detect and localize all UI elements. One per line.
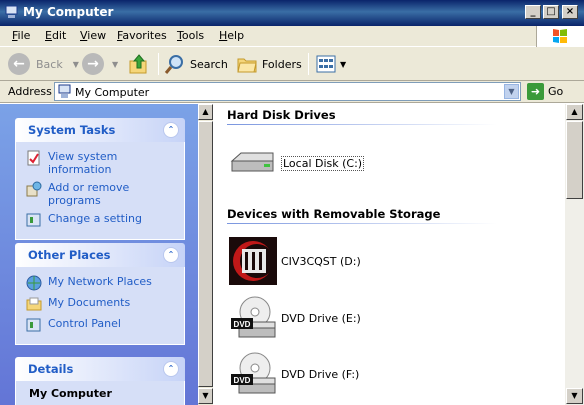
collapse-icon[interactable]: ⌃ xyxy=(163,247,179,263)
toolbar-separator xyxy=(158,53,159,75)
system-info-icon xyxy=(27,150,40,166)
place-my-network-places[interactable]: My Network Places xyxy=(26,275,184,291)
task-pane: System Tasks ⌃ View system information A… xyxy=(0,104,198,405)
task-change-a-setting[interactable]: Change a setting xyxy=(26,212,184,228)
maximize-button[interactable]: □ xyxy=(543,5,559,19)
system-tasks-panel: System Tasks ⌃ View system information A… xyxy=(15,118,185,240)
menu-help[interactable]: Help xyxy=(219,29,244,42)
chevron-down-icon: ▼ xyxy=(112,59,119,69)
back-label: Back xyxy=(36,57,63,71)
group-divider xyxy=(227,124,497,125)
folders-button[interactable]: Folders xyxy=(236,51,302,77)
address-value: My Computer xyxy=(75,86,150,99)
details-panel: Details ⌃ My Computer xyxy=(15,357,185,405)
panel-title: System Tasks xyxy=(28,123,116,137)
add-remove-programs-icon xyxy=(26,181,42,197)
drive-label: CIV3CQST (D:) xyxy=(281,254,361,268)
views-icon xyxy=(316,55,336,73)
menu-edit[interactable]: Edit xyxy=(45,29,66,42)
control-panel-icon xyxy=(26,318,41,332)
control-panel-icon xyxy=(26,213,41,227)
svg-text:DVD: DVD xyxy=(234,376,251,385)
network-places-icon xyxy=(26,275,42,291)
close-button[interactable]: × xyxy=(562,5,578,19)
title-bar[interactable]: My Computer _ □ × xyxy=(0,0,584,26)
menu-favorites[interactable]: Favorites xyxy=(117,29,167,42)
dvd-drive-icon: DVD xyxy=(231,352,276,394)
minimize-button[interactable]: _ xyxy=(525,5,541,19)
details-name: My Computer xyxy=(29,387,112,400)
drive-label: Local Disk (C:) xyxy=(281,155,365,171)
cd-autorun-icon xyxy=(229,237,277,285)
place-control-panel[interactable]: Control Panel xyxy=(26,317,184,333)
toolbar-separator xyxy=(308,53,309,75)
drive-local-disk-c[interactable]: Local Disk (C:) xyxy=(229,139,365,187)
back-arrow-icon: ← xyxy=(8,53,30,75)
svg-text:DVD: DVD xyxy=(234,320,251,329)
details-header[interactable]: Details ⌃ xyxy=(15,357,185,381)
group-divider xyxy=(227,223,497,224)
scroll-thumb[interactable] xyxy=(198,121,213,387)
menu-file[interactable]: File xyxy=(12,29,30,42)
windows-logo-icon xyxy=(536,26,584,47)
go-label: Go xyxy=(548,85,564,98)
collapse-icon[interactable]: ⌃ xyxy=(163,122,179,138)
address-dropdown-button[interactable]: ▼ xyxy=(504,84,519,99)
address-field[interactable]: My Computer ▼ xyxy=(54,82,521,101)
forward-button[interactable]: → ▼ xyxy=(82,51,118,77)
folders-label: Folders xyxy=(262,57,302,71)
content-scrollbar[interactable]: ▲ ▼ xyxy=(565,104,584,405)
up-button[interactable] xyxy=(128,51,150,77)
chevron-down-icon: ▼ xyxy=(72,59,79,69)
menu-tools[interactable]: Tools xyxy=(177,29,204,42)
place-my-documents[interactable]: My Documents xyxy=(26,296,184,312)
file-list: Hard Disk Drives Local Disk (C:) Devices… xyxy=(213,104,565,405)
menu-view[interactable]: View xyxy=(80,29,106,42)
back-button[interactable]: ← Back ▼ xyxy=(8,51,79,77)
scroll-down-button[interactable]: ▼ xyxy=(198,388,213,404)
window-title: My Computer xyxy=(23,5,114,19)
other-places-header[interactable]: Other Places ⌃ xyxy=(15,243,185,267)
toolbar: ← Back ▼ → ▼ Search Folders ▼ xyxy=(0,47,584,81)
other-places-panel: Other Places ⌃ My Network Places My Docu… xyxy=(15,243,185,345)
search-label: Search xyxy=(190,57,228,71)
drive-dvd-e[interactable]: DVD DVD Drive (E:) xyxy=(229,294,361,342)
pane-scrollbar[interactable]: ▲ ▼ xyxy=(198,104,213,405)
drive-civ3cqst-d[interactable]: CIV3CQST (D:) xyxy=(229,237,361,285)
dvd-drive-icon: DVD xyxy=(231,296,276,338)
computer-icon xyxy=(5,5,18,18)
scroll-up-button[interactable]: ▲ xyxy=(198,104,213,120)
drive-label: DVD Drive (F:) xyxy=(281,367,360,381)
folders-icon xyxy=(237,58,257,73)
views-button[interactable]: ▼ xyxy=(315,51,346,77)
address-bar: Address My Computer ▼ ➜ Go xyxy=(0,81,584,103)
scroll-up-button[interactable]: ▲ xyxy=(566,104,583,120)
group-header-hard-disk-drives: Hard Disk Drives xyxy=(227,108,336,122)
go-arrow-icon: ➜ xyxy=(527,83,544,100)
search-button[interactable]: Search xyxy=(164,51,228,77)
chevron-down-icon: ▼ xyxy=(340,59,347,69)
hard-disk-icon xyxy=(230,152,274,172)
scroll-down-button[interactable]: ▼ xyxy=(566,388,583,404)
panel-title: Other Places xyxy=(28,248,111,262)
go-button[interactable]: ➜ Go xyxy=(527,82,563,101)
computer-icon xyxy=(58,84,71,98)
collapse-icon[interactable]: ⌃ xyxy=(163,361,179,377)
folder-up-icon xyxy=(129,54,147,74)
menu-bar: File Edit View Favorites Tools Help xyxy=(0,26,584,47)
system-tasks-header[interactable]: System Tasks ⌃ xyxy=(15,118,185,142)
address-label: Address xyxy=(8,85,52,98)
task-add-remove-programs[interactable]: Add or remove programs xyxy=(26,181,184,207)
group-header-removable-storage: Devices with Removable Storage xyxy=(227,207,441,221)
scroll-thumb[interactable] xyxy=(566,121,583,199)
panel-title: Details xyxy=(28,362,74,376)
drive-label: DVD Drive (E:) xyxy=(281,311,361,325)
forward-arrow-icon: → xyxy=(82,53,104,75)
drive-dvd-f[interactable]: DVD DVD Drive (F:) xyxy=(229,350,359,398)
my-documents-icon xyxy=(26,297,42,311)
task-view-system-information[interactable]: View system information xyxy=(26,150,184,176)
search-icon xyxy=(164,55,183,74)
